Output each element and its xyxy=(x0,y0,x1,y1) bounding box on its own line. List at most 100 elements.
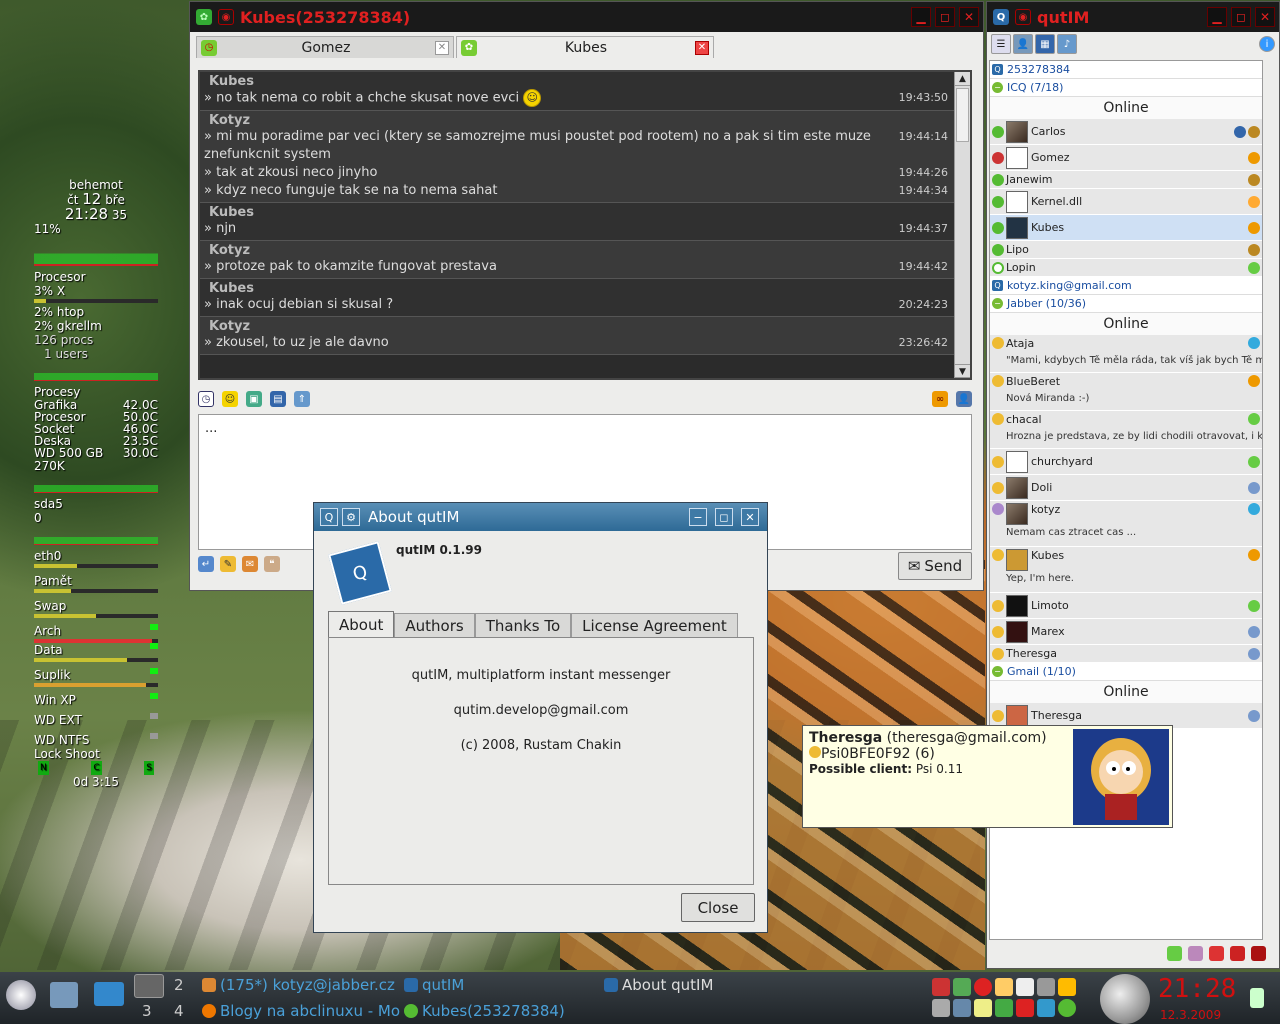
send-button[interactable]: ✉ Send xyxy=(898,552,972,580)
send-on-enter-icon[interactable]: ↵ xyxy=(198,556,214,572)
download-icon[interactable] xyxy=(995,999,1013,1017)
minimize-button[interactable]: ▁ xyxy=(911,7,931,27)
tab-kubes[interactable]: ✿ Kubes ✕ xyxy=(456,36,714,58)
info-icon[interactable]: i xyxy=(1259,36,1275,52)
task-qutim[interactable]: qutIM xyxy=(404,976,464,994)
contact-marex[interactable]: Marex xyxy=(990,619,1262,645)
contact-kubes-jabber[interactable]: Kubes Yep, I'm here. xyxy=(990,547,1262,593)
mail-icon[interactable] xyxy=(1016,999,1034,1017)
chat-titlebar[interactable]: ✿ ◉ Kubes(253278384) ▁ ◻ ✕ xyxy=(190,2,983,32)
bag-icon[interactable] xyxy=(995,978,1013,996)
tab-thanks[interactable]: Thanks To xyxy=(474,613,572,637)
tab-license[interactable]: License Agreement xyxy=(571,613,738,637)
client-icon[interactable]: ∞ xyxy=(932,391,948,407)
translit-icon[interactable]: ✉ xyxy=(242,556,258,572)
contact-carlos[interactable]: Carlos xyxy=(990,119,1262,145)
contact-chacal[interactable]: chacal Hrozna je predstava, ze by lidi ch… xyxy=(990,411,1262,449)
roster-titlebar[interactable]: Q ◉ qutIM ▁ ◻ ✕ xyxy=(987,2,1279,32)
quote-icon[interactable]: ❝ xyxy=(264,556,280,572)
clover-icon[interactable] xyxy=(1058,999,1076,1017)
close-tab-icon[interactable]: ✕ xyxy=(695,40,709,55)
network-icon[interactable] xyxy=(953,978,971,996)
task-about[interactable]: About qutIM xyxy=(604,976,713,994)
history-icon[interactable]: ◷ xyxy=(198,391,214,407)
scroll-thumb[interactable] xyxy=(956,88,969,142)
close-button[interactable]: ✕ xyxy=(1255,7,1275,27)
desktop-icon[interactable] xyxy=(94,982,124,1006)
save-icon[interactable]: ▤ xyxy=(270,391,286,407)
contact-lopin[interactable]: Lopin xyxy=(990,259,1262,277)
contact-theresga[interactable]: Theresga xyxy=(990,645,1262,663)
kde-menu-icon[interactable] xyxy=(6,980,36,1010)
contact-kernel[interactable]: Kernel.dll xyxy=(990,189,1262,215)
task-browser[interactable]: Blogy na abclinuxu - Mo xyxy=(202,1002,400,1020)
account-jabber[interactable]: Qkotyz.king@gmail.com xyxy=(990,277,1262,295)
show-offline-icon[interactable]: 👤 xyxy=(1013,34,1033,54)
chat-history[interactable]: Kubes » no tak nema co robit a chche sku… xyxy=(198,70,972,380)
contact-churchyard[interactable]: churchyard xyxy=(990,449,1262,475)
typing-notify-icon[interactable]: ✎ xyxy=(220,556,236,572)
image-icon[interactable]: ▣ xyxy=(246,391,262,407)
contact-kubes[interactable]: Kubes xyxy=(990,215,1262,241)
group-jabber[interactable]: − Jabber (10/36) xyxy=(990,295,1262,313)
pager-desktop-4[interactable]: 4 xyxy=(174,1002,184,1020)
pager-desktop-3[interactable]: 3 xyxy=(142,1002,152,1020)
main-menu-icon[interactable]: ☰ xyxy=(991,34,1011,54)
show-groups-icon[interactable]: ▦ xyxy=(1035,34,1055,54)
menu-icon[interactable]: ◉ xyxy=(218,9,234,25)
status-away-icon[interactable] xyxy=(1188,946,1203,961)
minimize-button[interactable]: − xyxy=(689,508,707,526)
menu-icon[interactable]: ◉ xyxy=(1015,9,1031,25)
volume-icon[interactable] xyxy=(932,999,950,1017)
network-manager-icon[interactable] xyxy=(953,999,971,1017)
tab-authors[interactable]: Authors xyxy=(394,613,475,637)
group-icq[interactable]: − ICQ (7/18) xyxy=(990,79,1262,97)
task-chat[interactable]: Kubes(253278384) xyxy=(404,1002,565,1020)
maximize-button[interactable]: ◻ xyxy=(935,7,955,27)
status-online-icon[interactable] xyxy=(1167,946,1182,961)
file-manager-icon[interactable] xyxy=(50,982,78,1008)
notes-icon[interactable] xyxy=(974,999,992,1017)
group-gmail[interactable]: − Gmail (1/10) xyxy=(990,663,1262,681)
contact-janewim[interactable]: Janewim xyxy=(990,171,1262,189)
clock[interactable]: 21:28 xyxy=(1158,974,1236,1004)
maximize-button[interactable]: ◻ xyxy=(715,508,733,526)
status-busy-icon[interactable] xyxy=(1209,946,1224,961)
tools-icon[interactable] xyxy=(1037,978,1055,996)
trash-icon[interactable] xyxy=(1250,988,1264,1008)
about-dialog[interactable]: Q ⚙ About qutIM − ◻ ✕ Q qutIM 0.1.99 Abo… xyxy=(313,502,768,933)
keyboard-layout-icon[interactable] xyxy=(932,978,950,996)
scroll-up-icon[interactable]: ▲ xyxy=(955,72,970,86)
emoticon-icon[interactable]: ☺ xyxy=(222,391,238,407)
close-dialog-button[interactable]: Close xyxy=(681,893,755,922)
contact-limoto[interactable]: Limoto xyxy=(990,593,1262,619)
contact-blueberet[interactable]: BlueBeret Nová Miranda :-) xyxy=(990,373,1262,411)
status-dnd-icon[interactable] xyxy=(1230,946,1245,961)
maximize-button[interactable]: ◻ xyxy=(1231,7,1251,27)
contact-info-icon[interactable]: 👤 xyxy=(956,391,972,407)
kopete-icon[interactable] xyxy=(1037,999,1055,1017)
close-button[interactable]: ✕ xyxy=(959,7,979,27)
minimize-button[interactable]: ▁ xyxy=(1207,7,1227,27)
star-icon[interactable] xyxy=(1058,978,1076,996)
scroll-down-icon[interactable]: ▼ xyxy=(955,364,970,378)
pager-desktop-2[interactable]: 2 xyxy=(174,976,184,994)
contact-kotyz[interactable]: kotyz Nemam cas ztracet cas ... xyxy=(990,501,1262,547)
pager-desktop-1[interactable] xyxy=(134,974,164,998)
menu-icon[interactable]: ⚙ xyxy=(342,508,360,526)
file-icon[interactable]: ⇑ xyxy=(294,391,310,407)
tab-gomez[interactable]: ◷ Gomez ✕ xyxy=(196,36,454,58)
status-offline-icon[interactable] xyxy=(1251,946,1266,961)
contact-ataja[interactable]: Ataja "Mami, kdybych Tě měla ráda, tak ví… xyxy=(990,335,1262,373)
tab-about[interactable]: About xyxy=(328,611,395,637)
about-titlebar[interactable]: Q ⚙ About qutIM − ◻ ✕ xyxy=(314,503,767,531)
clipboard-icon[interactable] xyxy=(1016,978,1034,996)
sound-icon[interactable]: ♪ xyxy=(1057,34,1077,54)
power-icon[interactable] xyxy=(974,978,992,996)
contact-lipo[interactable]: Lipo xyxy=(990,241,1262,259)
account-icq[interactable]: Q 253278384 xyxy=(990,61,1262,79)
close-button[interactable]: ✕ xyxy=(741,508,759,526)
task-jabber[interactable]: (175*) kotyz@jabber.cz xyxy=(202,976,395,994)
contact-doli[interactable]: Doli xyxy=(990,475,1262,501)
contact-gomez[interactable]: Gomez xyxy=(990,145,1262,171)
